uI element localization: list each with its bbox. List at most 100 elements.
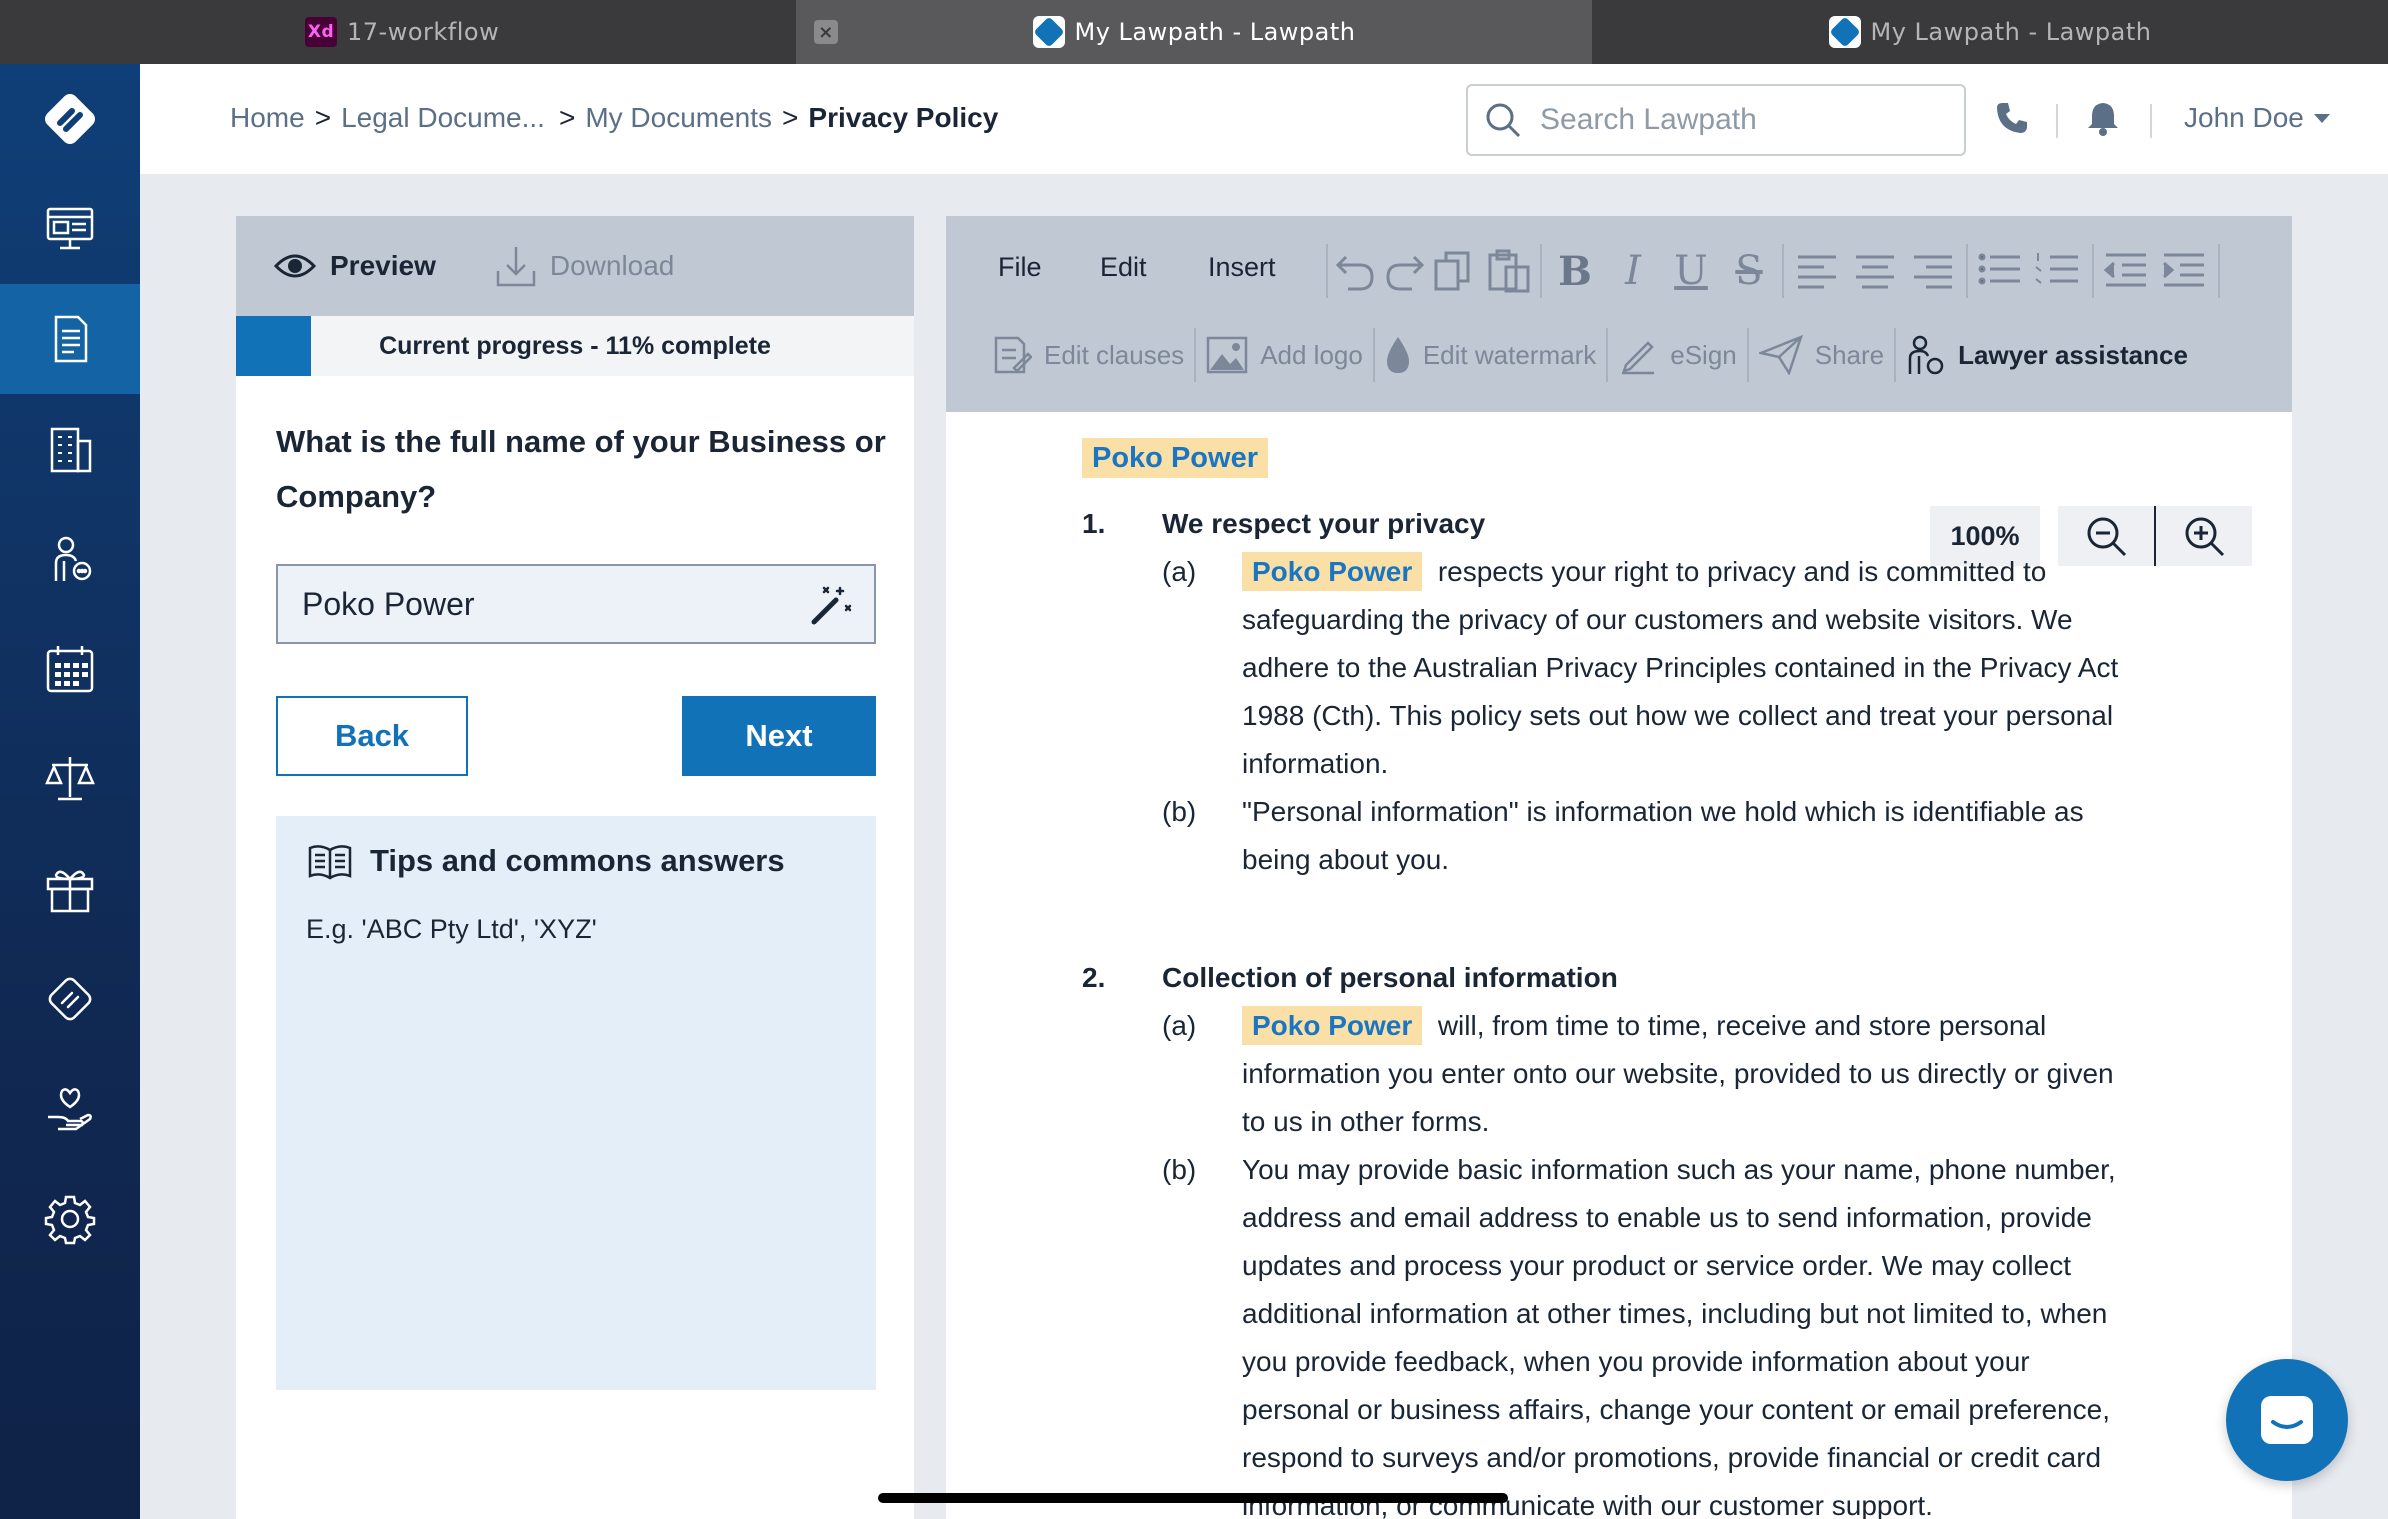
sidebar-item-company[interactable] xyxy=(0,394,140,504)
tab-preview[interactable]: Preview xyxy=(274,250,436,282)
edit-watermark-label: Edit watermark xyxy=(1422,339,1597,370)
share-button[interactable]: Share xyxy=(1749,335,1894,375)
add-logo-button[interactable]: Add logo xyxy=(1196,336,1373,374)
italic-icon[interactable]: I xyxy=(1604,248,1662,294)
breadcrumb-my-documents[interactable]: My Documents xyxy=(585,102,772,134)
redo-icon[interactable] xyxy=(1380,247,1428,295)
clause-text: You may provide basic information such a… xyxy=(1242,1154,2116,1519)
lawpath-logo-icon xyxy=(48,977,92,1021)
esign-label: eSign xyxy=(1670,339,1737,370)
home-indicator xyxy=(878,1493,1508,1503)
sidebar-item-legal[interactable] xyxy=(0,724,140,834)
bell-icon[interactable] xyxy=(2086,100,2120,136)
progress-bar: Current progress - 11% complete xyxy=(236,316,914,376)
lawyer-chat-icon xyxy=(54,536,92,581)
editor-toolbar: File Edit Insert B I U S Edit clauses Ad… xyxy=(946,216,2292,412)
eye-icon xyxy=(274,254,316,278)
sidebar-item-documents[interactable] xyxy=(0,284,140,394)
sidebar-item-lawpath[interactable] xyxy=(0,944,140,1054)
clause-text: "Personal information" is information we… xyxy=(1242,796,2084,875)
search-input[interactable] xyxy=(1540,103,1940,137)
strikethrough-icon[interactable]: S xyxy=(1720,248,1778,294)
close-tab-icon[interactable]: × xyxy=(814,20,838,44)
underline-icon[interactable]: U xyxy=(1662,248,1720,294)
bold-icon[interactable]: B xyxy=(1546,248,1604,295)
next-button[interactable]: Next xyxy=(682,696,876,776)
indent-icon[interactable] xyxy=(2156,247,2214,295)
align-left-icon[interactable] xyxy=(1788,247,1846,295)
browser-tab-lawpath[interactable]: My Lawpath - Lawpath xyxy=(1592,0,2388,64)
copy-icon[interactable] xyxy=(1428,247,1482,295)
sidebar-item-dashboard[interactable] xyxy=(0,174,140,284)
image-icon xyxy=(1206,336,1248,374)
settings-icon xyxy=(44,1195,96,1245)
tab-download-label: Download xyxy=(549,250,675,281)
numbered-list-icon[interactable] xyxy=(2030,247,2088,295)
browser-tab-active[interactable]: × My Lawpath - Lawpath xyxy=(796,0,1592,64)
browser-tab-bar: Xd 17-workflow × My Lawpath - Lawpath My… xyxy=(0,0,2388,64)
magic-wand-icon[interactable] xyxy=(808,584,852,628)
tab-title: My Lawpath - Lawpath xyxy=(1074,18,1356,46)
company-highlight[interactable]: Poko Power xyxy=(1242,1006,1423,1045)
sidebar-item-giving[interactable] xyxy=(0,1054,140,1164)
align-right-icon[interactable] xyxy=(1904,247,1962,295)
document-editor: File Edit Insert B I U S Edit clauses Ad… xyxy=(946,216,2292,1519)
clause: (a) Poko Power will, from time to time, … xyxy=(1162,1002,2122,1146)
edit-watermark-button[interactable]: Edit watermark xyxy=(1375,335,1606,375)
panel-tabs: Preview Download xyxy=(236,216,914,316)
answer-field[interactable] xyxy=(276,564,876,644)
lawpath-logo[interactable] xyxy=(0,64,140,174)
sidebar xyxy=(0,64,140,1519)
undo-icon[interactable] xyxy=(1332,247,1380,295)
section-heading: 1. We respect your privacy xyxy=(1082,508,1485,540)
documents-icon xyxy=(54,315,88,363)
business-name-input[interactable] xyxy=(302,585,782,623)
search-box[interactable] xyxy=(1466,84,1966,156)
user-name: John Doe xyxy=(2184,102,2304,133)
breadcrumb-separator: > xyxy=(558,102,576,133)
breadcrumb-home[interactable]: Home xyxy=(230,102,305,134)
clause: (b) You may provide basic information su… xyxy=(1162,1146,2122,1519)
browser-tab-xd[interactable]: Xd 17-workflow xyxy=(0,0,796,64)
outdent-icon[interactable] xyxy=(2098,247,2156,295)
lawyer-assistance-button[interactable]: Lawyer assistance xyxy=(1896,334,2198,376)
bullet-list-icon[interactable] xyxy=(1972,247,2030,295)
tab-title: 17-workflow xyxy=(347,18,500,46)
menu-edit[interactable]: Edit xyxy=(1100,252,1147,283)
header-divider xyxy=(2056,104,2058,138)
section-title: Collection of personal information xyxy=(1162,962,1618,993)
clause-label: (a) xyxy=(1162,1010,1197,1041)
tab-download[interactable]: Download xyxy=(496,245,675,287)
clause-label: (b) xyxy=(1162,1154,1197,1185)
add-logo-label: Add logo xyxy=(1260,339,1363,370)
lawpath-favicon-icon xyxy=(1828,16,1861,48)
adobe-xd-icon: Xd xyxy=(305,17,337,47)
company-highlight[interactable]: Poko Power xyxy=(1082,438,1268,478)
company-highlight[interactable]: Poko Power xyxy=(1242,552,1423,591)
edit-clauses-button[interactable]: Edit clauses xyxy=(982,334,1194,376)
chat-launcher-button[interactable] xyxy=(2226,1359,2348,1481)
sidebar-item-perks[interactable] xyxy=(0,834,140,944)
sidebar-item-calendar[interactable] xyxy=(0,614,140,724)
heart-hand-icon xyxy=(48,1088,92,1131)
share-label: Share xyxy=(1814,339,1885,370)
align-center-icon[interactable] xyxy=(1846,247,1904,295)
zoom-in-button[interactable] xyxy=(2156,506,2252,566)
send-icon xyxy=(1758,335,1803,375)
chat-icon xyxy=(2261,1396,2313,1444)
breadcrumb-legal-documents[interactable]: Legal Docume... xyxy=(341,102,545,134)
menu-file[interactable]: File xyxy=(998,252,1042,283)
dashboard-icon xyxy=(46,207,94,250)
tips-title: Tips and commons answers xyxy=(370,843,785,878)
company-icon xyxy=(50,427,92,473)
user-menu[interactable]: John Doe xyxy=(2184,102,2330,134)
section-heading: 2. Collection of personal information xyxy=(1082,962,1618,994)
phone-icon[interactable] xyxy=(1994,100,2030,136)
tab-title: My Lawpath - Lawpath xyxy=(1870,18,2152,46)
esign-button[interactable]: eSign xyxy=(1608,335,1747,375)
paste-icon[interactable] xyxy=(1482,247,1536,295)
sidebar-item-settings[interactable] xyxy=(0,1164,140,1274)
sidebar-item-lawyers[interactable] xyxy=(0,504,140,614)
back-button[interactable]: Back xyxy=(276,696,468,776)
menu-insert[interactable]: Insert xyxy=(1208,252,1276,283)
